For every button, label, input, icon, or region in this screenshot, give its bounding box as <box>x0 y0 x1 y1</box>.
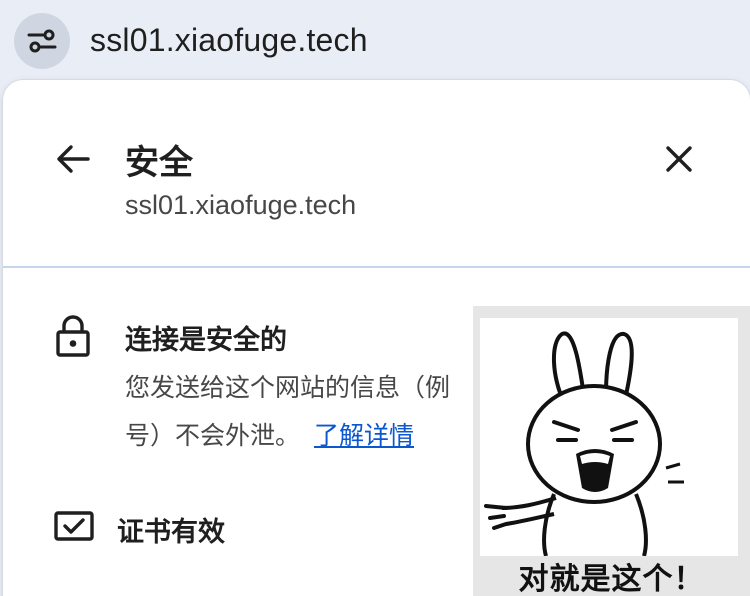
meme-image-frame <box>480 318 738 557</box>
close-icon <box>666 146 692 172</box>
divider <box>3 266 750 268</box>
url-text[interactable]: ssl01.xiaofuge.tech <box>90 22 368 59</box>
learn-more-link[interactable]: 了解详情 <box>314 422 414 450</box>
panel-title: 安全 <box>125 144 193 182</box>
connection-description-line1: 您发送给这个网站的信息（例 <box>125 374 451 402</box>
certificate-valid-label[interactable]: 证书有效 <box>117 510 225 549</box>
connection-description: 您发送给这个网站的信息（例 号）不会外泄。 了解详情 <box>125 364 485 460</box>
address-bar: ssl01.xiaofuge.tech <box>0 0 750 82</box>
lock-icon <box>56 315 90 357</box>
close-button[interactable] <box>659 139 699 179</box>
arrow-back-icon <box>57 145 90 173</box>
browser-window: ssl01.xiaofuge.tech 安全 ssl01.xiaofuge.te… <box>0 0 750 596</box>
meme-sticker: 对就是这个！ <box>473 306 750 596</box>
rabbit-pointing-icon <box>484 331 684 557</box>
site-info-button[interactable] <box>14 13 70 69</box>
panel-subtitle: ssl01.xiaofuge.tech <box>125 190 357 220</box>
connection-status-title: 连接是安全的 <box>125 325 287 355</box>
back-button[interactable] <box>53 139 93 179</box>
connection-description-line2: 号）不会外泄。 <box>125 422 301 450</box>
tune-icon <box>27 29 57 53</box>
meme-caption: 对就是这个！ <box>518 563 705 596</box>
certificate-icon <box>54 511 94 541</box>
